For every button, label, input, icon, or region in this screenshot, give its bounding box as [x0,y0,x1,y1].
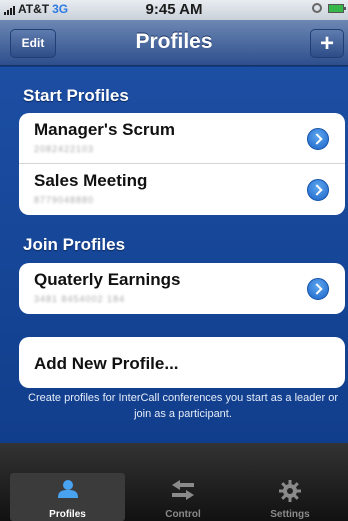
detail-disclosure-icon[interactable] [307,179,329,201]
tab-label: Profiles [49,509,86,520]
add-profile-button[interactable]: + [310,29,344,58]
footer-note: Create profiles for InterCall conference… [28,392,338,420]
arrows-icon [172,480,194,500]
profile-row-sales-meeting[interactable]: Sales Meeting 8779048880 [19,164,345,215]
profiles-list[interactable]: Start Profiles Manager's Scrum 208242210… [0,67,348,443]
join-profiles-group: Quaterly Earnings 3481 8454002 184 [19,263,345,314]
profile-row-managers-scrum[interactable]: Manager's Scrum 2082422103 [19,113,345,164]
profile-number: 8779048880 [34,195,95,205]
tab-label: Settings [270,509,310,520]
tab-label: Control [165,509,201,520]
profile-title: Sales Meeting [34,171,148,190]
add-new-profile-label: Add New Profile... [34,354,179,373]
profile-row-quaterly-earnings[interactable]: Quaterly Earnings 3481 8454002 184 [19,263,345,314]
tab-profiles[interactable]: Profiles [10,473,125,521]
detail-disclosure-icon[interactable] [307,278,329,300]
status-right [312,3,346,13]
page-title: Profiles [135,30,213,53]
start-profiles-header: Start Profiles [23,86,129,105]
start-profiles-group: Manager's Scrum 2082422103 Sales Meeting… [19,113,345,215]
gear-icon [279,480,301,502]
tab-control[interactable]: Control [125,473,241,521]
profile-number: 2082422103 [34,144,95,154]
rotation-lock-icon [312,3,322,13]
add-new-profile-button[interactable]: Add New Profile... [19,337,345,388]
status-time: 9:45 AM [145,1,203,18]
battery-icon [328,3,346,13]
profile-number: 3481 8454002 184 [34,294,126,304]
profile-title: Quaterly Earnings [34,270,181,289]
add-new-profile-group: Add New Profile... [19,337,345,388]
join-profiles-header: Join Profiles [23,235,126,254]
person-icon [57,480,78,498]
navigation-bar: Edit Profiles + [0,20,348,66]
tab-settings[interactable]: Settings [232,473,348,521]
tab-bar: Profiles Control Settings [0,443,348,521]
detail-disclosure-icon[interactable] [307,128,329,150]
status-bar: AT&T 3G 9:45 AM [0,0,348,20]
profile-title: Manager's Scrum [34,120,176,139]
